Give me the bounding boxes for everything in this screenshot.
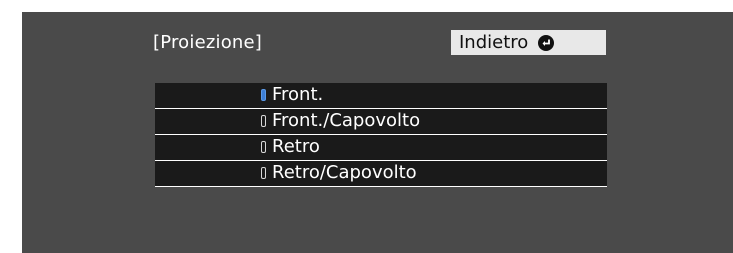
option-label: Front./Capovolto [272, 110, 421, 131]
radio-marker [261, 141, 266, 153]
projector-menu-screen: [Proiezione] Indietro Front. Front./Capo… [22, 12, 733, 253]
option-front[interactable]: Front. [155, 83, 607, 108]
radio-marker [261, 115, 266, 127]
option-label: Retro [272, 136, 320, 157]
option-label: Front. [272, 84, 324, 105]
option-rear-ceiling[interactable]: Retro/Capovolto [155, 161, 607, 186]
back-button[interactable]: Indietro [451, 30, 606, 55]
option-label: Retro/Capovolto [272, 162, 417, 183]
return-arrow-icon [538, 34, 555, 51]
radio-marker-selected [261, 89, 266, 101]
option-front-ceiling[interactable]: Front./Capovolto [155, 109, 607, 134]
projection-options-list: Front. Front./Capovolto Retro Retro/Capo… [155, 83, 607, 187]
option-rear[interactable]: Retro [155, 135, 607, 160]
radio-marker [261, 167, 266, 179]
back-button-label: Indietro [459, 32, 529, 53]
menu-title: [Proiezione] [153, 32, 263, 53]
